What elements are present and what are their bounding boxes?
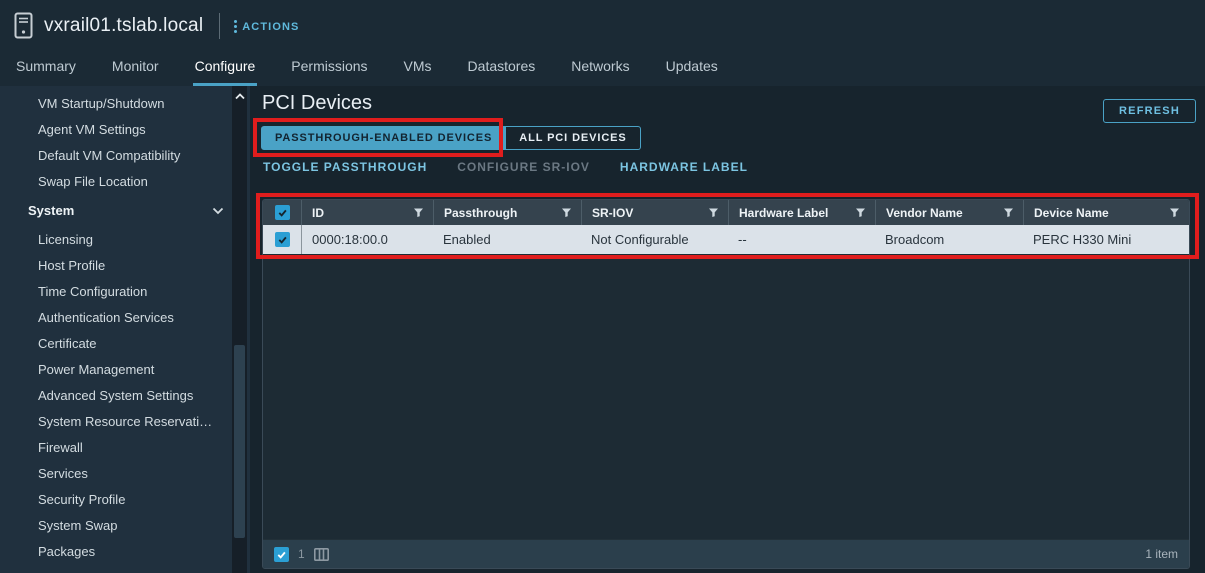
- columns-icon[interactable]: [314, 548, 329, 561]
- sidebar-section-system[interactable]: System: [0, 195, 250, 227]
- sidebar-item-vm-startup-shutdown[interactable]: VM Startup/Shutdown: [0, 91, 250, 117]
- device-view-toggle: PASSTHROUGH-ENABLED DEVICES ALL PCI DEVI…: [261, 126, 641, 150]
- top-bar: vxrail01.tslab.local ACTIONS Summary Mon…: [0, 0, 1205, 86]
- sidebar-item-agent-vm-settings[interactable]: Agent VM Settings: [0, 117, 250, 143]
- filter-icon[interactable]: [855, 207, 866, 218]
- filter-icon[interactable]: [561, 207, 572, 218]
- host-title-row: vxrail01.tslab.local ACTIONS: [14, 12, 299, 39]
- column-header-hardware-label[interactable]: Hardware Label: [728, 200, 875, 225]
- tab-permissions[interactable]: Permissions: [289, 48, 369, 86]
- kebab-icon: [234, 20, 237, 33]
- sidebar-item-certificate[interactable]: Certificate: [0, 331, 250, 357]
- pci-devices-table: ID Passthrough SR-IOV Hardware Label Ven…: [262, 199, 1190, 569]
- sidebar-scrollbar[interactable]: [232, 86, 247, 573]
- sidebar-item-default-vm-compatibility[interactable]: Default VM Compatibility: [0, 143, 250, 169]
- sidebar-item-system-resource-reservation[interactable]: System Resource Reservati…: [0, 409, 250, 435]
- cell-vendor-name: Broadcom: [875, 225, 1023, 254]
- host-icon: [14, 12, 33, 39]
- sidebar-item-licensing[interactable]: Licensing: [0, 227, 250, 253]
- sidebar-section-label: System: [28, 195, 74, 227]
- selected-count: 1: [298, 547, 305, 561]
- title-divider: [219, 13, 220, 39]
- cell-device-name: PERC H330 Mini: [1023, 225, 1189, 254]
- sidebar-item-time-configuration[interactable]: Time Configuration: [0, 279, 250, 305]
- section-title: PCI Devices: [262, 92, 372, 115]
- filter-icon[interactable]: [708, 207, 719, 218]
- select-all-checkbox[interactable]: [263, 200, 301, 225]
- sidebar-item-host-profile[interactable]: Host Profile: [0, 253, 250, 279]
- table-footer: 1 1 item: [263, 539, 1189, 568]
- sidebar-item-security-profile[interactable]: Security Profile: [0, 487, 250, 513]
- scroll-up-arrow-icon[interactable]: [232, 88, 247, 104]
- sidebar-item-system-swap[interactable]: System Swap: [0, 513, 250, 539]
- filter-icon[interactable]: [1003, 207, 1014, 218]
- tab-updates[interactable]: Updates: [664, 48, 720, 86]
- table-action-links: TOGGLE PASSTHROUGH CONFIGURE SR-IOV HARD…: [263, 160, 748, 174]
- table-header-row: ID Passthrough SR-IOV Hardware Label Ven…: [263, 200, 1189, 225]
- filter-icon[interactable]: [1169, 207, 1180, 218]
- passthrough-enabled-devices-button[interactable]: PASSTHROUGH-ENABLED DEVICES: [261, 126, 506, 150]
- column-header-device-name[interactable]: Device Name: [1023, 200, 1189, 225]
- column-header-vendor-name[interactable]: Vendor Name: [875, 200, 1023, 225]
- sidebar-item-power-management[interactable]: Power Management: [0, 357, 250, 383]
- configure-sidebar: VM Startup/Shutdown Agent VM Settings De…: [0, 86, 250, 573]
- pci-devices-panel: PCI Devices REFRESH PASSTHROUGH-ENABLED …: [250, 86, 1205, 573]
- cell-passthrough: Enabled: [433, 225, 581, 254]
- configure-sriov-link: CONFIGURE SR-IOV: [457, 160, 590, 174]
- sidebar-item-advanced-system-settings[interactable]: Advanced System Settings: [0, 383, 250, 409]
- column-header-sriov[interactable]: SR-IOV: [581, 200, 728, 225]
- cell-id: 0000:18:00.0: [301, 225, 433, 254]
- filter-icon[interactable]: [413, 207, 424, 218]
- column-header-id[interactable]: ID: [301, 200, 433, 225]
- tab-monitor[interactable]: Monitor: [110, 48, 161, 86]
- column-header-passthrough[interactable]: Passthrough: [433, 200, 581, 225]
- scrollbar-thumb[interactable]: [234, 345, 245, 538]
- table-empty-area: [263, 254, 1189, 539]
- tab-networks[interactable]: Networks: [569, 48, 631, 86]
- sidebar-item-authentication-services[interactable]: Authentication Services: [0, 305, 250, 331]
- hardware-label-link[interactable]: HARDWARE LABEL: [620, 160, 748, 174]
- footer-selected-checkbox-icon[interactable]: [274, 547, 289, 562]
- tab-datastores[interactable]: Datastores: [466, 48, 538, 86]
- page-title: vxrail01.tslab.local: [44, 15, 203, 37]
- cell-sriov: Not Configurable: [581, 225, 728, 254]
- tab-summary[interactable]: Summary: [14, 48, 78, 86]
- item-count: 1 item: [1145, 547, 1178, 561]
- sidebar-item-packages[interactable]: Packages: [0, 539, 250, 565]
- sidebar-item-services[interactable]: Services: [0, 461, 250, 487]
- sidebar-item-swap-file-location[interactable]: Swap File Location: [0, 169, 250, 195]
- tab-vms[interactable]: VMs: [402, 48, 434, 86]
- row-checkbox[interactable]: [263, 225, 301, 254]
- all-pci-devices-button[interactable]: ALL PCI DEVICES: [506, 126, 640, 150]
- tab-bar: Summary Monitor Configure Permissions VM…: [14, 48, 720, 86]
- refresh-button[interactable]: REFRESH: [1103, 99, 1196, 123]
- tab-configure[interactable]: Configure: [193, 48, 258, 86]
- actions-label: ACTIONS: [242, 21, 299, 33]
- sidebar-item-firewall[interactable]: Firewall: [0, 435, 250, 461]
- actions-button[interactable]: ACTIONS: [234, 20, 299, 33]
- chevron-down-icon: [212, 207, 224, 215]
- table-row[interactable]: 0000:18:00.0 Enabled Not Configurable --…: [263, 225, 1189, 254]
- cell-hardware-label: --: [728, 225, 875, 254]
- toggle-passthrough-link[interactable]: TOGGLE PASSTHROUGH: [263, 160, 427, 174]
